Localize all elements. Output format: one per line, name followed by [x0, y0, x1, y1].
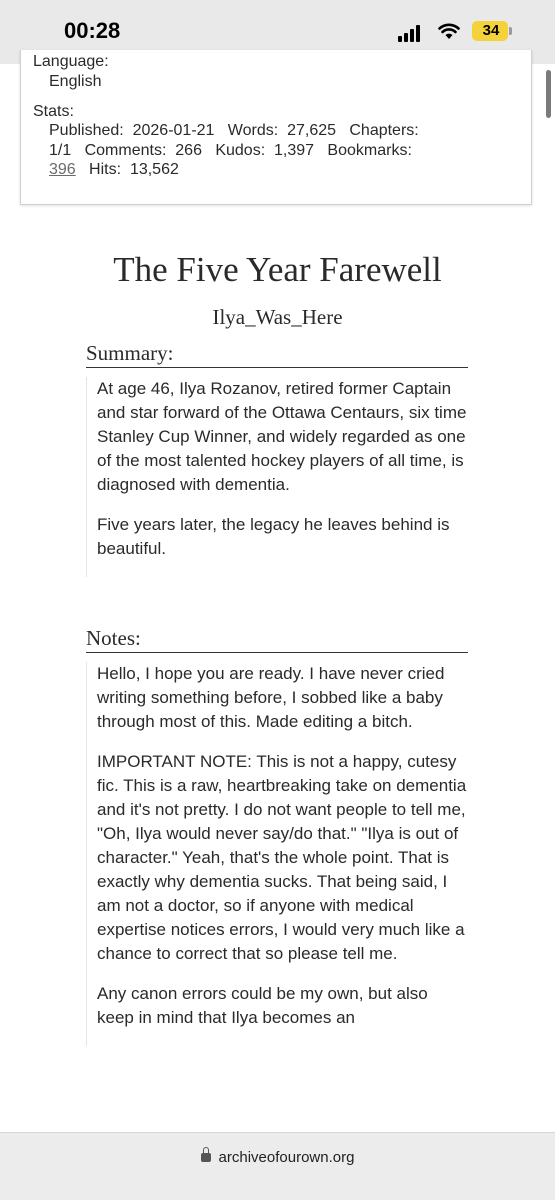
wifi-icon: [438, 23, 460, 39]
author-link[interactable]: Ilya_Was_Here: [0, 305, 555, 330]
battery-level: 34: [482, 22, 500, 39]
summary-paragraph: Five years later, the legacy he leaves b…: [97, 515, 450, 558]
scroll-indicator[interactable]: [546, 70, 551, 118]
browser-url-bar[interactable]: archiveofourown.org: [0, 1132, 555, 1200]
url-display[interactable]: archiveofourown.org: [0, 1147, 555, 1166]
stats-label: Stats:: [33, 103, 74, 120]
notes-heading: Notes:: [86, 626, 468, 653]
hits-value: 13,562: [129, 161, 179, 178]
notes-block: Hello, I hope you are ready. I have neve…: [86, 662, 468, 1046]
bookmarks-link[interactable]: 396: [49, 161, 76, 178]
comments-value: 266: [175, 142, 202, 159]
lock-icon: [200, 1147, 211, 1162]
hits-label: Hits:: [89, 161, 122, 178]
signal-icon: [398, 24, 424, 42]
stats-row-3: 396 Hits: 13,562: [49, 161, 179, 179]
status-time: 00:28: [64, 18, 121, 43]
notes-paragraph: Any canon errors could be my own, but al…: [97, 984, 428, 1027]
chapters-label: Chapters:: [349, 122, 419, 139]
work-title: The Five Year Farewell: [113, 250, 442, 289]
stats-row-1: Published: 2026-01-21 Words: 27,625 Chap…: [49, 122, 419, 140]
notes-paragraph: Hello, I hope you are ready. I have neve…: [97, 664, 445, 731]
words-label: Words:: [227, 122, 279, 139]
language-value: English: [49, 73, 102, 90]
chapters-value: 1/1: [49, 142, 72, 159]
published-value: 2026-01-21: [132, 122, 215, 139]
bookmarks-label: Bookmarks:: [327, 142, 412, 159]
kudos-value: 1,397: [274, 142, 315, 159]
summary-paragraph: At age 46, Ilya Rozanov, retired former …: [97, 379, 467, 494]
summary-block: At age 46, Ilya Rozanov, retired former …: [86, 377, 468, 577]
battery-icon: 34: [472, 21, 514, 41]
language-label: Language:: [33, 53, 109, 70]
url-text: archiveofourown.org: [218, 1149, 355, 1166]
published-label: Published:: [49, 122, 124, 139]
words-value: 27,625: [287, 122, 337, 139]
kudos-label: Kudos:: [215, 142, 266, 159]
stats-row-2: 1/1 Comments: 266 Kudos: 1,397 Bookmarks…: [49, 142, 412, 160]
notes-paragraph: IMPORTANT NOTE: This is not a happy, cut…: [97, 752, 467, 963]
summary-heading: Summary:: [86, 341, 468, 368]
comments-label: Comments:: [84, 142, 167, 159]
work-meta-box: Language: English Stats: Published: 2026…: [20, 50, 532, 205]
